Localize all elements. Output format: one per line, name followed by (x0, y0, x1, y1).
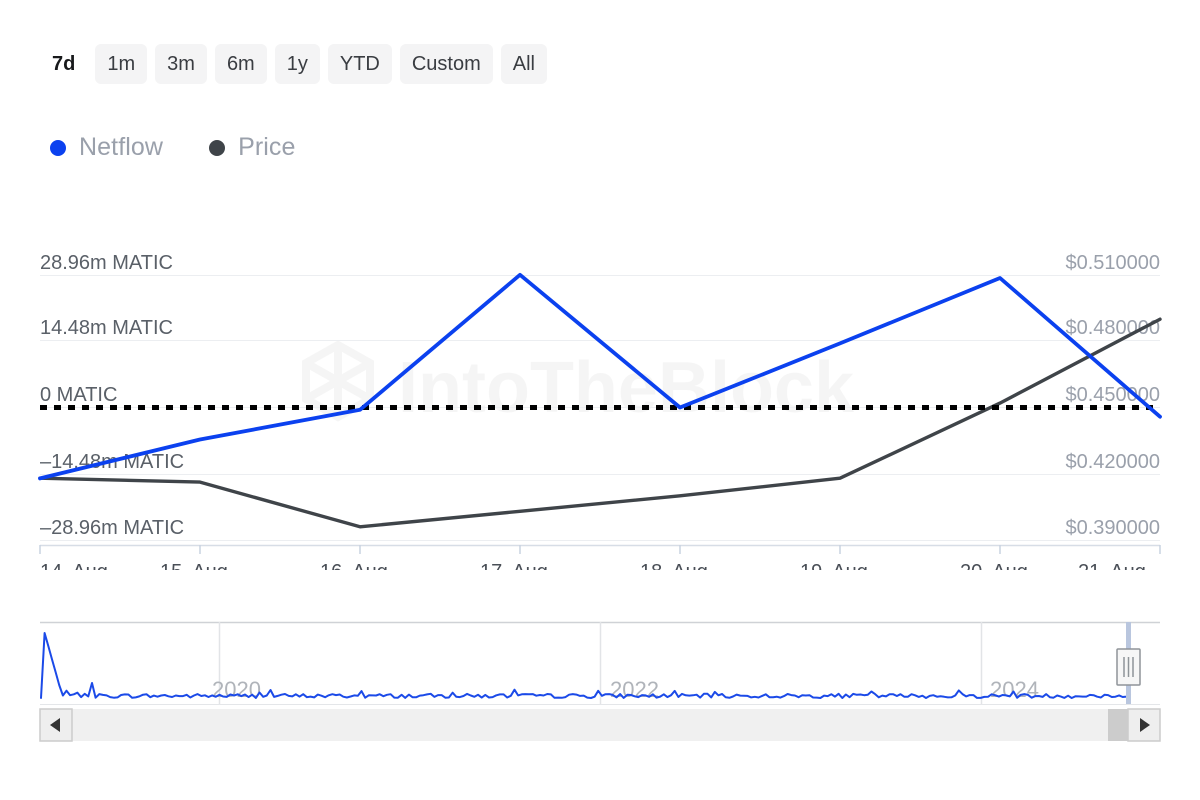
range-selector[interactable]: 7d 1m 3m 6m 1y YTD Custom All (40, 44, 547, 84)
navigator-scrollbar-track[interactable] (40, 709, 1160, 741)
left-axis-tick-2: 0 MATIC (40, 384, 117, 406)
x-axis-tick-4: 18. Aug (640, 561, 708, 570)
left-axis-tick-0: 28.96m MATIC (40, 252, 173, 274)
triangle-right-icon[interactable] (1128, 709, 1160, 741)
legend-label-price: Price (238, 133, 295, 162)
legend-item-price[interactable]: Price (209, 133, 295, 162)
circle-marker-icon (50, 140, 66, 156)
range-button-1m[interactable]: 1m (95, 44, 147, 84)
legend-item-netflow[interactable]: Netflow (50, 133, 163, 162)
x-axis-tick-1: 15. Aug (160, 561, 228, 570)
x-axis-tick-2: 16. Aug (320, 561, 388, 570)
range-button-custom[interactable]: Custom (400, 44, 493, 84)
range-button-6m[interactable]: 6m (215, 44, 267, 84)
navigator-year-2022: 2022 (610, 677, 659, 702)
x-axis-tick-3: 17. Aug (480, 561, 548, 570)
range-button-3m[interactable]: 3m (155, 44, 207, 84)
right-axis-tick-0: $0.510000 (1065, 252, 1160, 274)
range-button-ytd[interactable]: YTD (328, 44, 392, 84)
navigator-svg[interactable]: 2020 2022 2024 (0, 615, 1200, 745)
right-axis-ticks: $0.510000 $0.480000 $0.450000 $0.420000 … (1065, 252, 1160, 539)
range-button-7d[interactable]: 7d (40, 44, 87, 84)
netflow-price-chart[interactable]: IntoTheBlock 28.96m MATIC 14.48m MATIC 0… (0, 230, 1200, 570)
x-axis-tick-6: 20. Aug (960, 561, 1028, 570)
chart-navigator[interactable]: 2020 2022 2024 (0, 615, 1200, 745)
left-axis-tick-1: 14.48m MATIC (40, 317, 173, 339)
watermark-text: IntoTheBlock (398, 348, 855, 428)
x-axis-tick-7: 21. Aug (1078, 561, 1146, 570)
range-button-1y[interactable]: 1y (275, 44, 320, 84)
right-axis-tick-3: $0.420000 (1065, 451, 1160, 473)
x-axis-tick-0: 14. Aug (40, 561, 108, 570)
right-axis-tick-4: $0.390000 (1065, 517, 1160, 539)
chart-legend: Netflow Price (50, 133, 296, 162)
x-axis-tick-5: 19. Aug (800, 561, 868, 570)
triangle-left-icon[interactable] (40, 709, 72, 741)
legend-label-netflow: Netflow (79, 133, 163, 162)
chart-plot-area[interactable]: IntoTheBlock 28.96m MATIC 14.48m MATIC 0… (0, 230, 1200, 570)
left-axis-ticks: 28.96m MATIC 14.48m MATIC 0 MATIC –14.48… (40, 252, 184, 539)
left-axis-tick-4: –28.96m MATIC (40, 517, 184, 539)
navigator-grip-icon[interactable] (1117, 649, 1140, 685)
range-button-all[interactable]: All (501, 44, 547, 84)
circle-marker-icon (209, 140, 225, 156)
x-axis: 14. Aug 15. Aug 16. Aug 17. Aug 18. Aug … (40, 545, 1160, 570)
navigator-year-2020: 2020 (212, 677, 261, 702)
